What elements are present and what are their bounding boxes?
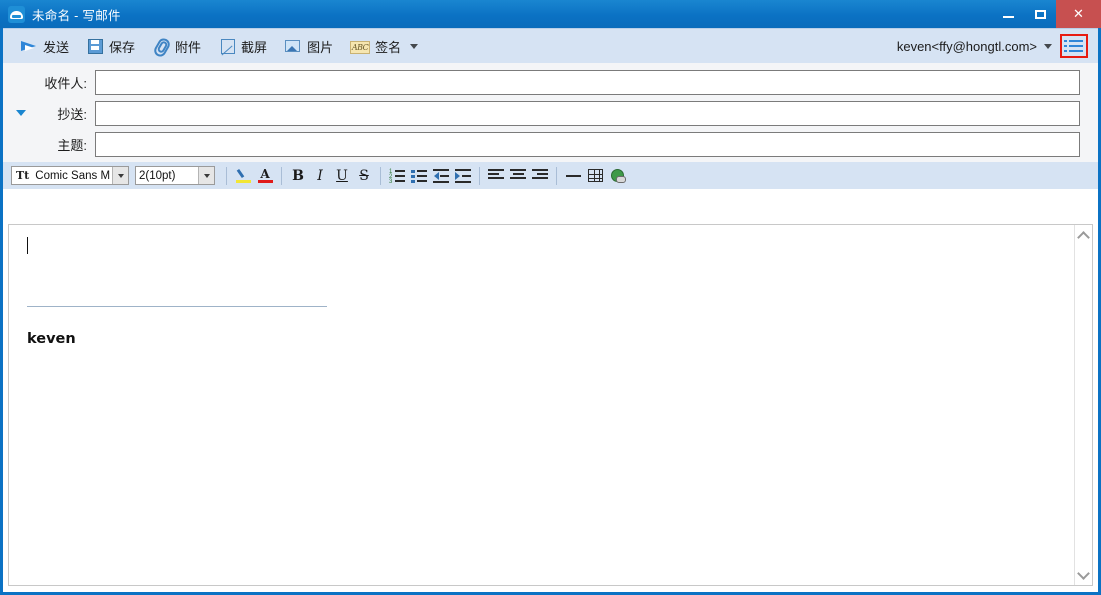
maximize-icon: [1034, 9, 1046, 19]
signature-separator: [27, 306, 327, 307]
signature-button[interactable]: ABC 签名: [343, 33, 425, 59]
recipient-fields: 收件人: 抄送: 主题:: [3, 63, 1098, 162]
account-chevron-down-icon[interactable]: [1044, 43, 1052, 49]
strikethrough-button[interactable]: S: [353, 165, 375, 186]
align-left-button[interactable]: [485, 165, 507, 186]
scroll-up-button[interactable]: [1075, 227, 1092, 244]
compose-mail-window: 未命名 - 写邮件 ✕ 发送 保存 附件 截屏 图片 ABC 签名 keven<…: [0, 0, 1101, 595]
screen-capture-button-label: 截屏: [241, 39, 268, 55]
separator: [479, 166, 480, 185]
minimize-icon: [1002, 16, 1014, 18]
bullet-list-button[interactable]: [408, 165, 430, 186]
body-vertical-scrollbar[interactable]: [1074, 225, 1092, 585]
align-center-icon: [510, 169, 526, 182]
cc-label: 抄送:: [57, 106, 87, 122]
font-family-dropdown-arrow[interactable]: [112, 167, 128, 184]
to-input[interactable]: [95, 69, 1080, 95]
title-bar: 未命名 - 写邮件 ✕: [0, 0, 1101, 28]
highlight-color-button[interactable]: [232, 165, 254, 186]
globe-link-icon: [610, 169, 626, 183]
minimize-button[interactable]: [992, 0, 1024, 28]
insert-table-button[interactable]: [584, 165, 606, 186]
align-right-icon: [532, 169, 548, 182]
font-size-select[interactable]: 2(10pt): [135, 166, 215, 185]
italic-button[interactable]: I: [309, 165, 331, 186]
scroll-down-button[interactable]: [1075, 566, 1092, 583]
signature-button-label: 签名: [375, 39, 402, 55]
bold-button[interactable]: B: [287, 165, 309, 186]
to-label: 收件人:: [44, 75, 87, 91]
underline-button[interactable]: U: [331, 165, 353, 186]
attachment-button-label: 附件: [175, 39, 202, 55]
message-body-area: keven: [8, 224, 1093, 586]
subject-input[interactable]: [95, 131, 1080, 157]
save-button-label: 保存: [109, 39, 136, 55]
font-T-icon: Tt: [16, 169, 30, 182]
separator: [556, 166, 557, 185]
save-button[interactable]: 保存: [79, 33, 142, 59]
window-title: 未命名 - 写邮件: [32, 8, 121, 23]
picture-icon: [284, 37, 302, 55]
align-right-button[interactable]: [529, 165, 551, 186]
scroll-up-icon: [1077, 230, 1090, 244]
text-caret: [27, 237, 28, 254]
format-toolbar: Tt Comic Sans M 2(10pt) A B I U S 123: [3, 162, 1098, 189]
separator: [380, 166, 381, 185]
signature-text: keven: [27, 331, 76, 347]
decrease-indent-icon: [433, 168, 449, 183]
cc-row: 抄送:: [3, 100, 1098, 126]
cc-expander-button[interactable]: [13, 110, 29, 116]
highlight-pen-icon: [235, 168, 251, 183]
menu-button[interactable]: [1060, 34, 1088, 58]
horizontal-rule-button[interactable]: [562, 165, 584, 186]
send-plane-icon: [20, 37, 38, 55]
insert-hyperlink-button[interactable]: [606, 165, 628, 186]
table-icon: [587, 169, 603, 182]
list-menu-icon: [1064, 38, 1084, 54]
chevron-down-icon[interactable]: [410, 43, 419, 49]
bullet-list-icon: [411, 169, 427, 183]
increase-indent-icon: [455, 168, 471, 183]
subject-row: 主题:: [3, 131, 1098, 157]
numbered-list-icon: 123: [389, 169, 405, 185]
scroll-down-icon: [1077, 566, 1090, 580]
maximize-button[interactable]: [1024, 0, 1056, 28]
attachment-button[interactable]: 附件: [145, 33, 208, 59]
send-button-label: 发送: [43, 39, 70, 55]
font-size-dropdown-arrow[interactable]: [198, 167, 214, 184]
numbered-list-button[interactable]: 123: [386, 165, 408, 186]
screen-capture-button[interactable]: 截屏: [211, 33, 274, 59]
decrease-indent-button[interactable]: [430, 165, 452, 186]
font-size-value: 2(10pt): [139, 169, 176, 182]
cc-input[interactable]: [95, 100, 1080, 126]
triangle-down-icon: [16, 110, 26, 116]
paperclip-icon: [152, 37, 170, 55]
picture-button[interactable]: 图片: [277, 33, 340, 59]
font-color-button[interactable]: A: [254, 165, 276, 186]
separator: [226, 166, 227, 185]
screen-capture-icon: [218, 37, 236, 55]
account-name: keven<ffy@hongtl.com>: [896, 38, 1037, 54]
main-toolbar: 发送 保存 附件 截屏 图片 ABC 签名 keven<ffy@hongtl.c…: [3, 28, 1098, 63]
subject-label: 主题:: [57, 137, 87, 153]
to-row: 收件人:: [3, 69, 1098, 95]
picture-button-label: 图片: [307, 39, 334, 55]
app-icon: [8, 5, 25, 23]
font-family-select[interactable]: Tt Comic Sans M: [11, 166, 129, 185]
message-body-editor[interactable]: keven: [9, 225, 1074, 585]
align-left-icon: [488, 169, 504, 182]
client-area: 发送 保存 附件 截屏 图片 ABC 签名 keven<ffy@hongtl.c…: [3, 28, 1098, 592]
horizontal-rule-icon: [565, 174, 581, 177]
floppy-disk-icon: [86, 37, 104, 55]
send-button[interactable]: 发送: [13, 33, 76, 59]
close-button[interactable]: ✕: [1056, 0, 1101, 28]
account-area: keven<ffy@hongtl.com>: [897, 29, 1098, 63]
align-center-button[interactable]: [507, 165, 529, 186]
signature-abc-icon: ABC: [350, 40, 371, 54]
font-family-value: Comic Sans M: [35, 169, 111, 182]
separator: [281, 166, 282, 185]
window-controls: ✕: [992, 0, 1101, 28]
font-color-A-icon: A: [257, 168, 273, 183]
increase-indent-button[interactable]: [452, 165, 474, 186]
